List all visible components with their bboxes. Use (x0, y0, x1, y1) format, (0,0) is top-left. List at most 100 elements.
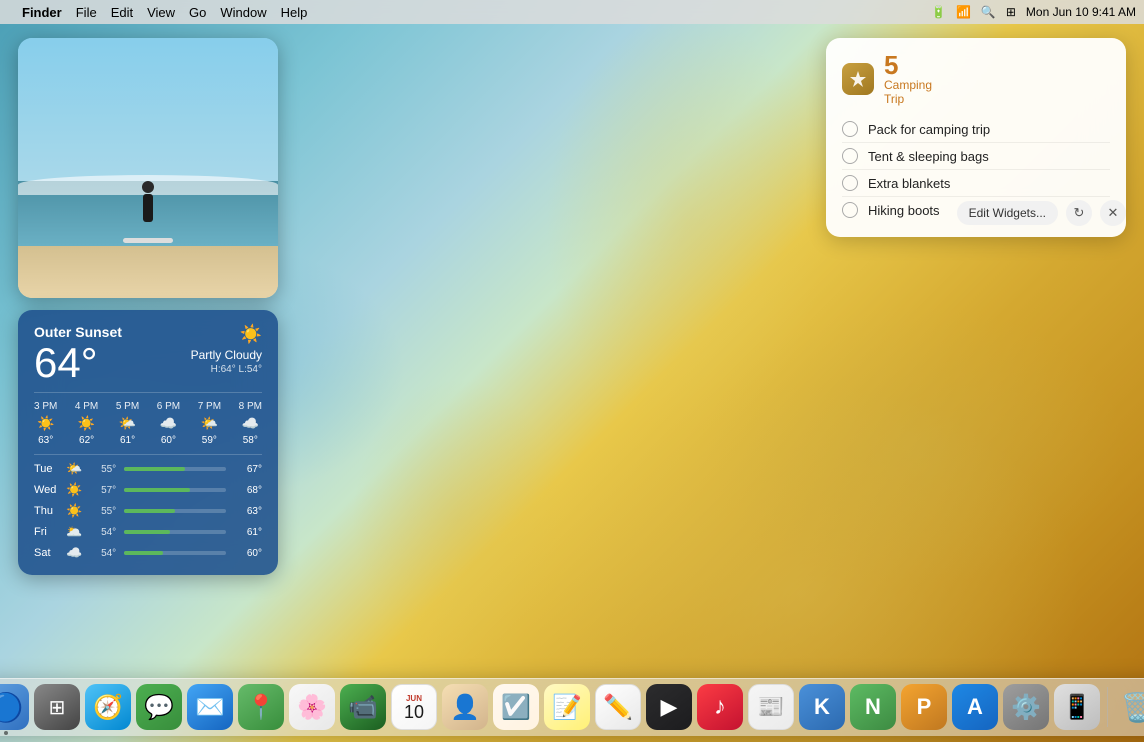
photos-widget (18, 38, 278, 298)
dock-item-appletv[interactable]: ▶ (646, 684, 692, 730)
weather-high-low: H:64° L:54° (191, 364, 262, 375)
surfer-figure (133, 181, 163, 241)
reminder-item-3: Extra blankets (842, 170, 1110, 197)
search-icon[interactable]: 🔍 (981, 5, 996, 19)
control-center-icon[interactable]: ⊞ (1006, 5, 1016, 19)
reminders-count: 5 (884, 52, 932, 78)
dock-item-safari[interactable]: 🧭 (85, 684, 131, 730)
dock-item-pages[interactable]: P (901, 684, 947, 730)
calendar-day: 10 (404, 703, 424, 721)
appstore-icon: A (967, 694, 983, 720)
reminder-item-1: Pack for camping trip (842, 116, 1110, 143)
weather-widget: Outer Sunset 64° Partly Cloudy H:64° L:5… (18, 310, 278, 575)
hourly-item-3: 5 PM 🌤️ 61° (116, 401, 139, 446)
dock-item-contacts[interactable]: 👤 (442, 684, 488, 730)
facetime-icon: 📹 (348, 693, 378, 722)
reminders-list-name-line1: Camping (884, 78, 932, 92)
dock-item-news[interactable]: 📰 (748, 684, 794, 730)
hourly-item-4: 6 PM ☁️ 60° (157, 401, 180, 446)
daily-row-fri: Fri 🌥️ 54° 61° (34, 524, 262, 540)
dock-item-music[interactable]: ♪ (697, 684, 743, 730)
dock-item-finder[interactable]: 🔵 (0, 684, 29, 730)
window-menu[interactable]: Window (220, 5, 266, 20)
edit-widgets-button[interactable]: Edit Widgets... (957, 201, 1058, 225)
reminder-checkbox-3[interactable] (842, 175, 858, 191)
rotate-icon: ↻ (1074, 205, 1085, 221)
hourly-row: 3 PM ☀️ 63° 4 PM ☀️ 62° 5 PM 🌤️ 61° 6 PM… (34, 401, 262, 446)
dock-item-notes[interactable]: 📝 (544, 684, 590, 730)
dock-item-keynote[interactable]: K (799, 684, 845, 730)
reminders-list-name-line2: Trip (884, 92, 932, 106)
weather-sun-icon: ☀️ (240, 324, 262, 345)
news-icon: 📰 (757, 694, 784, 720)
daily-row-thu: Thu ☀️ 55° 63° (34, 503, 262, 519)
dock: 🔵 ⊞ 🧭 💬 ✉️ 📍 🌸 📹 JU (0, 678, 1144, 736)
appletv-icon: ▶ (661, 694, 678, 720)
reminders-app-icon (842, 63, 874, 95)
dock-item-launchpad[interactable]: ⊞ (34, 684, 80, 730)
finder-menu[interactable]: Finder (22, 5, 62, 20)
daily-row-sat: Sat ☁️ 54° 60° (34, 545, 262, 561)
datetime-display: Mon Jun 10 9:41 AM (1026, 5, 1136, 19)
edit-menu[interactable]: Edit (111, 5, 133, 20)
weather-condition: Partly Cloudy H:64° L:54° (191, 348, 262, 375)
safari-icon: 🧭 (93, 693, 123, 722)
notes-icon: 📝 (552, 693, 582, 722)
reminder-checkbox-4[interactable] (842, 202, 858, 218)
finder-icon: 🔵 (0, 691, 23, 724)
reminders-header: 5 Camping Trip (842, 52, 1110, 106)
reminder-text-3: Extra blankets (868, 176, 950, 191)
dock-item-settings[interactable]: ⚙️ (1003, 684, 1049, 730)
dock-item-iphone[interactable]: 📱 (1054, 684, 1100, 730)
daily-row-wed: Wed ☀️ 57° 68° (34, 482, 262, 498)
dock-item-trash[interactable]: 🗑️ (1115, 684, 1144, 730)
dock-item-reminders[interactable]: ☑️ (493, 684, 539, 730)
weather-condition-text: Partly Cloudy (191, 348, 262, 362)
weather-location: Outer Sunset (34, 324, 262, 340)
dock-item-numbers[interactable]: N (850, 684, 896, 730)
reminder-text-4: Hiking boots (868, 203, 940, 218)
hourly-item-2: 4 PM ☀️ 62° (75, 401, 98, 446)
widget-close-button[interactable]: ✕ (1100, 200, 1126, 226)
contacts-icon: 👤 (450, 693, 480, 722)
reminder-checkbox-2[interactable] (842, 148, 858, 164)
pages-icon: P (917, 694, 932, 720)
weather-temp-row: 64° Partly Cloudy H:64° L:54° (34, 342, 262, 384)
reminder-item-2: Tent & sleeping bags (842, 143, 1110, 170)
go-menu[interactable]: Go (189, 5, 206, 20)
file-menu[interactable]: File (76, 5, 97, 20)
numbers-icon: N (865, 694, 881, 720)
launchpad-icon: ⊞ (49, 695, 66, 720)
surfer-head (142, 181, 154, 193)
reminders-dock-icon: ☑️ (501, 693, 531, 722)
view-menu[interactable]: View (147, 5, 175, 20)
dock-item-mail[interactable]: ✉️ (187, 684, 233, 730)
keynote-icon: K (814, 694, 830, 720)
photos-icon: 🌸 (297, 693, 327, 722)
messages-icon: 💬 (144, 693, 174, 722)
daily-forecast: Tue 🌤️ 55° 67° Wed ☀️ 57° 68° Thu ☀️ 55°… (34, 454, 262, 561)
dock-item-messages[interactable]: 💬 (136, 684, 182, 730)
wifi-icon: 📶 (956, 5, 971, 19)
hourly-item-1: 3 PM ☀️ 63° (34, 401, 57, 446)
reminder-checkbox-1[interactable] (842, 121, 858, 137)
maps-icon: 📍 (246, 693, 276, 722)
dock-item-appstore[interactable]: A (952, 684, 998, 730)
dock-item-facetime[interactable]: 📹 (340, 684, 386, 730)
reminders-title-block: 5 Camping Trip (884, 52, 932, 106)
dock-separator (1107, 687, 1108, 727)
iphone-icon: 📱 (1062, 693, 1092, 722)
dock-item-photos[interactable]: 🌸 (289, 684, 335, 730)
dock-item-calendar[interactable]: JUN 10 (391, 684, 437, 730)
mail-icon: ✉️ (195, 693, 225, 722)
menubar: Finder File Edit View Go Window Help 🔋 📶… (0, 0, 1144, 24)
dock-item-freeform[interactable]: ✏️ (595, 684, 641, 730)
desktop: Finder File Edit View Go Window Help 🔋 📶… (0, 0, 1144, 742)
surfer-board (123, 238, 173, 243)
dock-item-maps[interactable]: 📍 (238, 684, 284, 730)
widget-rotate-button[interactable]: ↻ (1066, 200, 1092, 226)
hourly-item-5: 7 PM 🌤️ 59° (198, 401, 221, 446)
photo-beach (18, 246, 278, 298)
trash-icon: 🗑️ (1121, 691, 1144, 724)
help-menu[interactable]: Help (281, 5, 308, 20)
